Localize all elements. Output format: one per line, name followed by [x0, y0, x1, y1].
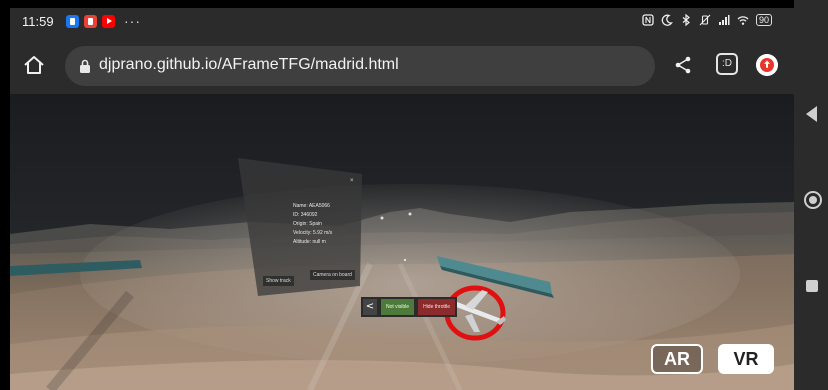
panel-close-icon[interactable]: × — [350, 178, 354, 184]
aframe-3d-scene[interactable]: × Name: AEA5066 ID: 346092 Origin: Spain… — [10, 94, 794, 390]
share-icon[interactable] — [672, 54, 694, 76]
status-bar: 11:59 ··· 90 — [10, 8, 794, 36]
left-bezel — [0, 0, 10, 390]
upload-icon[interactable] — [756, 54, 778, 76]
nav-back-icon[interactable] — [806, 106, 817, 122]
hud-control-bar: < Not visible Hide throttle — [361, 297, 458, 317]
flight-name: Name: AEA5066 — [293, 203, 330, 209]
hud-hide-button[interactable]: Hide throttle — [418, 299, 456, 315]
do-not-disturb-moon-icon — [661, 14, 673, 26]
browser-toolbar: djprano.github.io/AFrameTFG/madrid.html … — [10, 36, 794, 94]
more-notifications: ··· — [124, 13, 141, 29]
nav-recents-icon[interactable] — [806, 280, 818, 292]
enter-ar-button[interactable]: AR — [651, 344, 703, 374]
show-track-button[interactable]: Show track — [263, 276, 294, 286]
url-text: djprano.github.io/AFrameTFG/madrid.html — [99, 56, 399, 73]
flight-altitude: Altitude: null m — [293, 239, 326, 245]
phone-screen: 11:59 ··· 90 djprano.github.io/AFrameTFG… — [0, 0, 828, 390]
hud-back-button[interactable]: < — [363, 299, 377, 315]
address-bar[interactable]: djprano.github.io/AFrameTFG/madrid.html — [65, 46, 655, 86]
status-time: 11:59 — [22, 14, 54, 29]
home-icon[interactable] — [22, 54, 46, 76]
android-nav-bar — [794, 0, 828, 390]
youtube-icon — [102, 14, 115, 28]
wifi-icon — [737, 16, 749, 25]
nfc-icon — [642, 14, 654, 26]
camera-on-board-button[interactable]: Camera on board — [310, 270, 355, 280]
flight-id: ID: 346092 — [293, 212, 318, 218]
extension-button[interactable]: :D — [716, 53, 738, 75]
lock-icon — [80, 59, 90, 73]
enter-vr-button[interactable]: VR — [718, 344, 774, 374]
cell-signal-icon — [718, 15, 730, 25]
flight-info-panel: Name: AEA5066 ID: 346092 Origin: Spain V… — [293, 202, 332, 247]
flight-velocity: Velocity: 5.92 m/s — [293, 230, 333, 236]
bluetooth-icon — [682, 14, 690, 26]
gmail-icon — [84, 14, 97, 28]
hud-follow-button[interactable]: Not visible — [381, 299, 415, 315]
notification-icons: ··· — [66, 13, 141, 29]
vibrate-off-icon — [699, 14, 711, 26]
battery-level: 90 — [755, 14, 772, 26]
system-icons: 90 — [642, 14, 772, 26]
nav-home-icon[interactable] — [804, 191, 822, 209]
flight-origin: Origin: Spain — [293, 221, 322, 227]
facebook-icon — [66, 14, 79, 28]
